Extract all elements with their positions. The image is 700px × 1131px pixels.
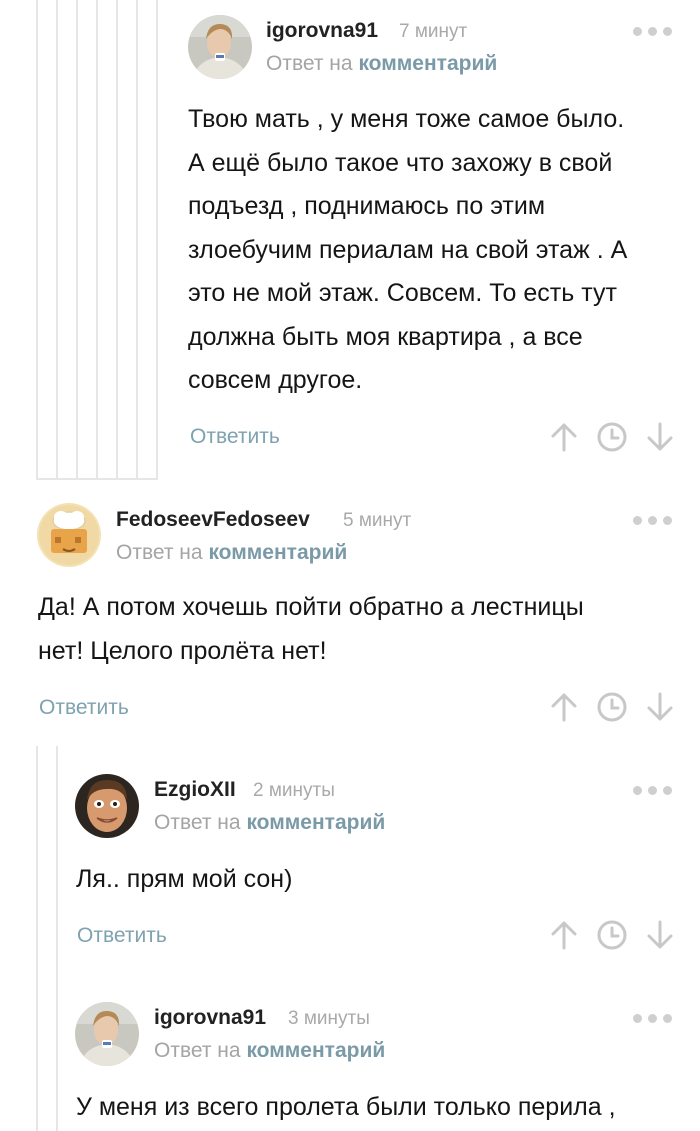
avatar[interactable]: [188, 15, 252, 79]
reply-to: Ответ на комментарий: [154, 811, 385, 835]
comment-actions: [547, 690, 677, 724]
more-dots-icon[interactable]: [633, 27, 672, 36]
thread-line: [56, 0, 58, 478]
more-dots-icon[interactable]: [633, 1014, 672, 1023]
clock-icon[interactable]: [595, 690, 629, 724]
reply-button[interactable]: Ответить: [77, 924, 167, 948]
comment-actions: [547, 420, 677, 454]
comment-actions: [547, 918, 677, 952]
arrow-down-icon[interactable]: [643, 420, 677, 454]
reply-to-prefix: Ответ на: [266, 52, 353, 75]
thread-line: [156, 0, 158, 478]
thread-line: [36, 746, 38, 1131]
comment-time: 5 минут: [343, 510, 412, 531]
clock-icon[interactable]: [595, 420, 629, 454]
username[interactable]: igorovna91: [266, 19, 378, 43]
thread-line: [36, 478, 158, 480]
comment-text: У меня из всего пролета были только пери…: [76, 1093, 616, 1121]
comment-text: Да! А потом хочешь пойти обратно а лестн…: [38, 593, 584, 665]
username[interactable]: igorovna91: [154, 1006, 266, 1030]
reply-to-link[interactable]: комментарий: [208, 541, 347, 564]
thread-line: [56, 746, 58, 1131]
reply-button[interactable]: Ответить: [39, 696, 129, 720]
thread-line: [116, 0, 118, 478]
reply-to-prefix: Ответ на: [154, 811, 241, 834]
arrow-up-icon[interactable]: [547, 690, 581, 724]
reply-to-prefix: Ответ на: [116, 541, 203, 564]
avatar[interactable]: [75, 774, 139, 838]
comment-time: 2 минуты: [253, 780, 335, 801]
reply-to: Ответ на комментарий: [266, 52, 497, 76]
more-dots-icon[interactable]: [633, 516, 672, 525]
avatar[interactable]: [75, 1002, 139, 1066]
clock-icon[interactable]: [595, 918, 629, 952]
arrow-up-icon[interactable]: [547, 420, 581, 454]
arrow-up-icon[interactable]: [547, 918, 581, 952]
comment-text: Твою мать , у меня тоже самое было. А ещ…: [188, 105, 628, 394]
arrow-down-icon[interactable]: [643, 690, 677, 724]
comment-time: 7 минут: [399, 21, 468, 42]
avatar[interactable]: [37, 503, 101, 567]
reply-to-link[interactable]: комментарий: [246, 1039, 385, 1062]
reply-to-link[interactable]: комментарий: [358, 52, 497, 75]
arrow-down-icon[interactable]: [643, 918, 677, 952]
reply-to-link[interactable]: комментарий: [246, 811, 385, 834]
username[interactable]: EzgioXII: [154, 778, 236, 802]
reply-to-prefix: Ответ на: [154, 1039, 241, 1062]
comment-text: Ля.. прям мой сон): [76, 865, 293, 893]
reply-button[interactable]: Ответить: [190, 425, 280, 449]
thread-line: [36, 0, 38, 478]
thread-line: [136, 0, 138, 478]
more-dots-icon[interactable]: [633, 786, 672, 795]
thread-line: [96, 0, 98, 478]
reply-to: Ответ на комментарий: [154, 1039, 385, 1063]
username[interactable]: FedoseevFedoseev: [116, 508, 310, 532]
thread-line: [76, 0, 78, 478]
reply-to: Ответ на комментарий: [116, 541, 347, 565]
comment-time: 3 минуты: [288, 1008, 370, 1029]
